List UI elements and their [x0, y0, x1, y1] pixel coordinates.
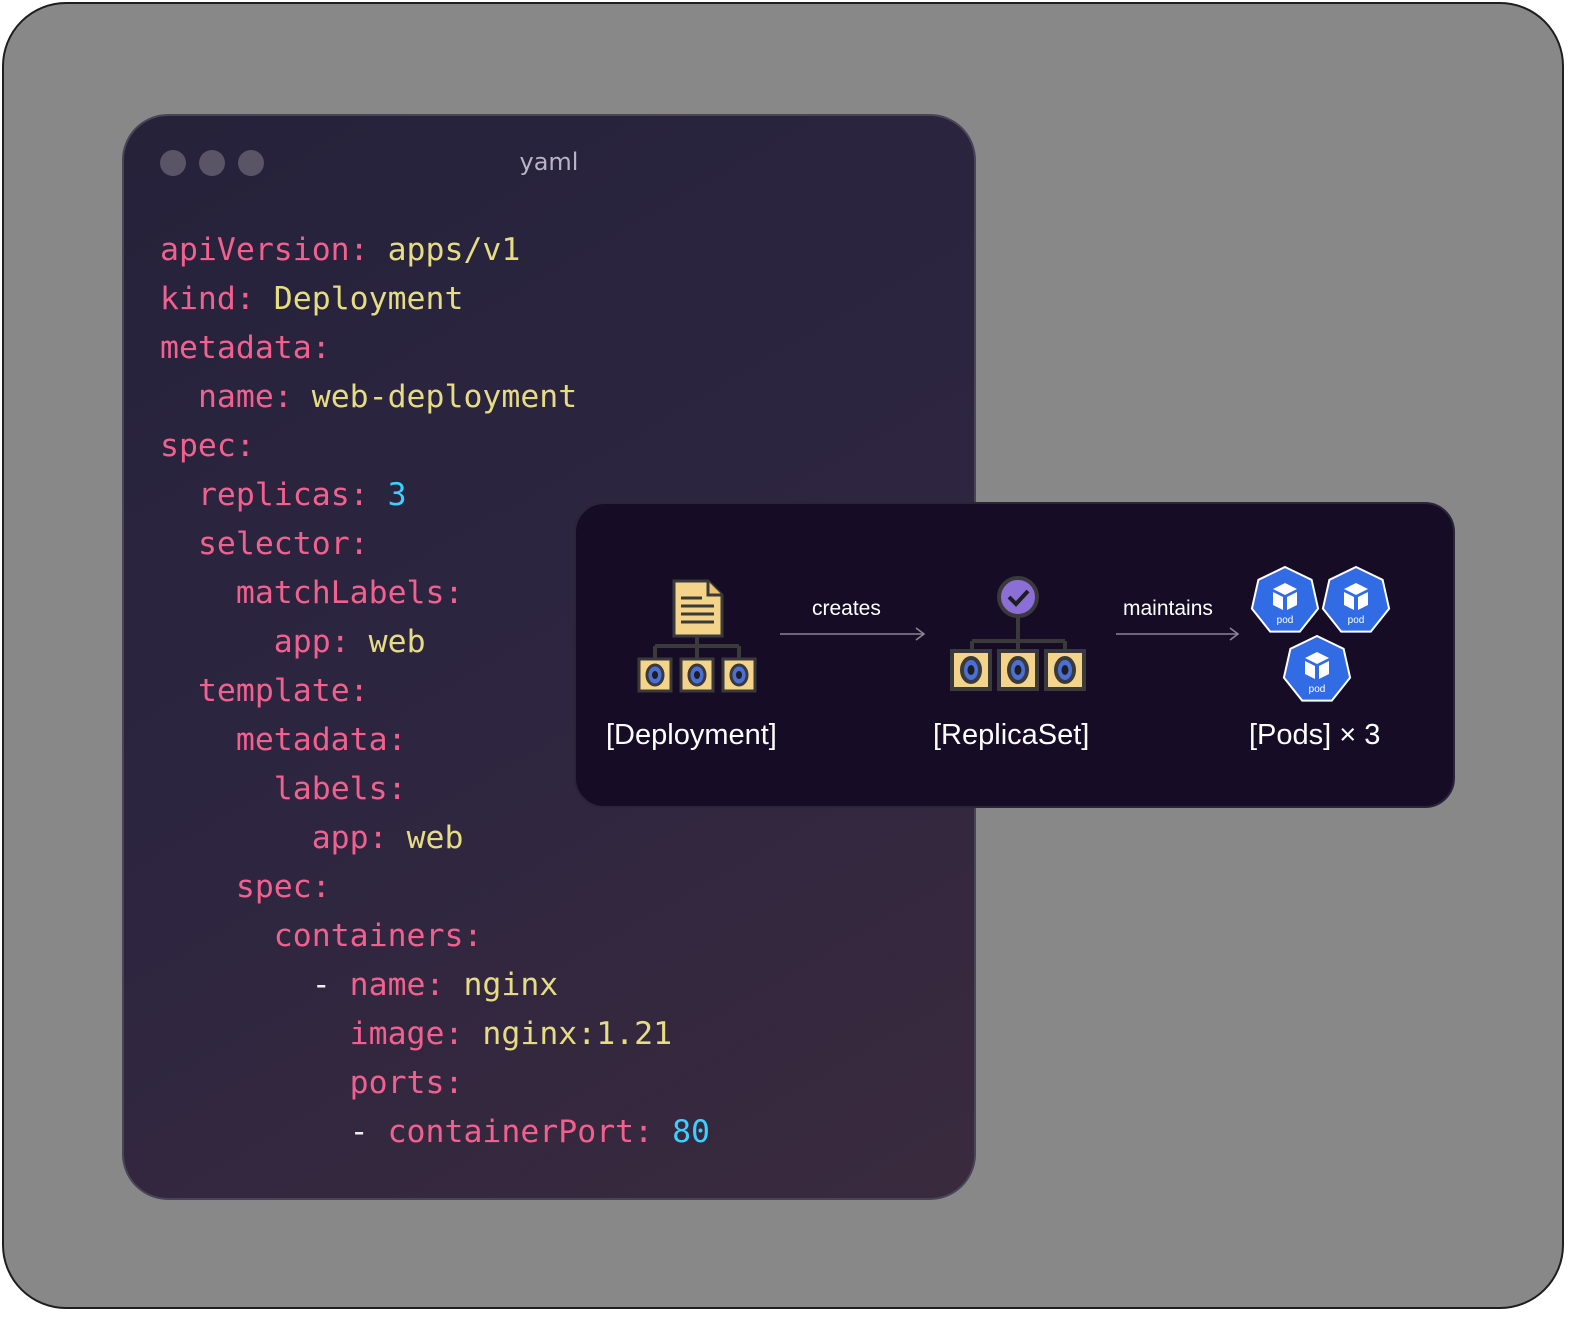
- pod-badge-label: pod: [1348, 615, 1365, 626]
- yaml-key: apiVersion: [160, 232, 350, 268]
- yaml-colon: :: [349, 232, 369, 268]
- yaml-colon: :: [349, 477, 369, 513]
- yaml-key: metadata: [235, 722, 388, 758]
- yaml-key: selector: [197, 526, 350, 562]
- pod-badge-label: pod: [1309, 684, 1326, 695]
- yaml-key: ports: [349, 1065, 445, 1101]
- yaml-value: nginx: [463, 967, 559, 1003]
- yaml-value: web: [368, 624, 426, 660]
- window-title: yaml: [519, 148, 579, 176]
- yaml-key: spec: [160, 428, 236, 464]
- pods-icon: pod pod pod: [1250, 565, 1391, 702]
- yaml-colon: :: [330, 624, 350, 660]
- yaml-value: web: [406, 820, 464, 856]
- node-label-deployment: [Deployment]: [606, 719, 777, 751]
- code-line: selector:: [160, 526, 369, 562]
- yaml-key: name: [197, 379, 274, 415]
- yaml-key: app: [311, 820, 369, 856]
- yaml-key: kind: [160, 281, 236, 317]
- yaml-key: name: [349, 967, 426, 1003]
- yaml-colon: :: [387, 722, 407, 758]
- code-line: labels:: [160, 771, 407, 807]
- pod-badge-label: pod: [1277, 615, 1294, 626]
- code-line: metadata:: [160, 722, 407, 758]
- pod-badge: pod: [1282, 634, 1352, 702]
- yaml-value: nginx:1.21: [482, 1016, 673, 1052]
- yaml-colon: :: [349, 526, 369, 562]
- yaml-colon: :: [444, 575, 464, 611]
- code-line: metadata:: [160, 330, 331, 366]
- yaml-key: template: [197, 673, 350, 709]
- code-line: containers:: [160, 918, 483, 954]
- yaml-key: replicas: [197, 477, 350, 513]
- yaml-key: spec: [235, 869, 312, 905]
- code-line: name: web-deployment: [160, 379, 577, 415]
- code-line: app: web: [160, 820, 464, 856]
- yaml-value: 3: [387, 477, 407, 513]
- yaml-colon: :: [463, 918, 483, 954]
- yaml-colon: :: [368, 820, 388, 856]
- yaml-key: labels: [273, 771, 388, 807]
- yaml-colon: :: [444, 1016, 464, 1052]
- pod-badge: pod: [1321, 565, 1391, 633]
- code-line: ports:: [160, 1065, 464, 1101]
- edge-label-maintains: maintains: [1123, 597, 1213, 620]
- deployment-diagram: pod pod pod creates maintains [Deployment]…: [574, 502, 1455, 808]
- yaml-colon: :: [634, 1114, 654, 1150]
- node-label-pods: [Pods] × 3: [1249, 719, 1381, 751]
- code-line: - name: nginx: [160, 967, 559, 1003]
- code-line: spec:: [160, 428, 255, 464]
- yaml-key: app: [273, 624, 331, 660]
- code-line: spec:: [160, 869, 331, 905]
- list-dash: -: [349, 1114, 388, 1150]
- yaml-key: containers: [273, 918, 464, 954]
- edge-label-creates: creates: [812, 597, 881, 620]
- yaml-value: apps/v1: [387, 232, 521, 268]
- yaml-colon: :: [311, 330, 331, 366]
- yaml-colon: :: [235, 281, 255, 317]
- yaml-colon: :: [444, 1065, 464, 1101]
- code-line: - containerPort: 80: [160, 1114, 710, 1150]
- yaml-key: metadata: [160, 330, 312, 366]
- yaml-key: containerPort: [387, 1114, 635, 1150]
- code-line: replicas: 3: [160, 477, 407, 513]
- yaml-colon: :: [425, 967, 445, 1003]
- list-dash: -: [311, 967, 350, 1003]
- yaml-value: web-deployment: [311, 379, 578, 415]
- yaml-colon: :: [273, 379, 293, 415]
- yaml-value: Deployment: [273, 281, 464, 317]
- yaml-colon: :: [349, 673, 369, 709]
- code-line: matchLabels:: [160, 575, 464, 611]
- yaml-value: 80: [672, 1114, 711, 1150]
- code-line: template:: [160, 673, 369, 709]
- pod-badge: pod: [1250, 565, 1320, 633]
- code-line: apiVersion: apps/v1: [160, 232, 520, 268]
- code-line: kind: Deployment: [160, 281, 463, 317]
- code-line: app: web: [160, 624, 426, 660]
- node-label-replicaset: [ReplicaSet]: [933, 719, 1090, 751]
- yaml-colon: :: [235, 428, 255, 464]
- code-line: image: nginx:1.21: [160, 1016, 672, 1052]
- yaml-colon: :: [387, 771, 407, 807]
- yaml-colon: :: [311, 869, 331, 905]
- yaml-key: matchLabels: [235, 575, 445, 611]
- yaml-key: image: [349, 1016, 445, 1052]
